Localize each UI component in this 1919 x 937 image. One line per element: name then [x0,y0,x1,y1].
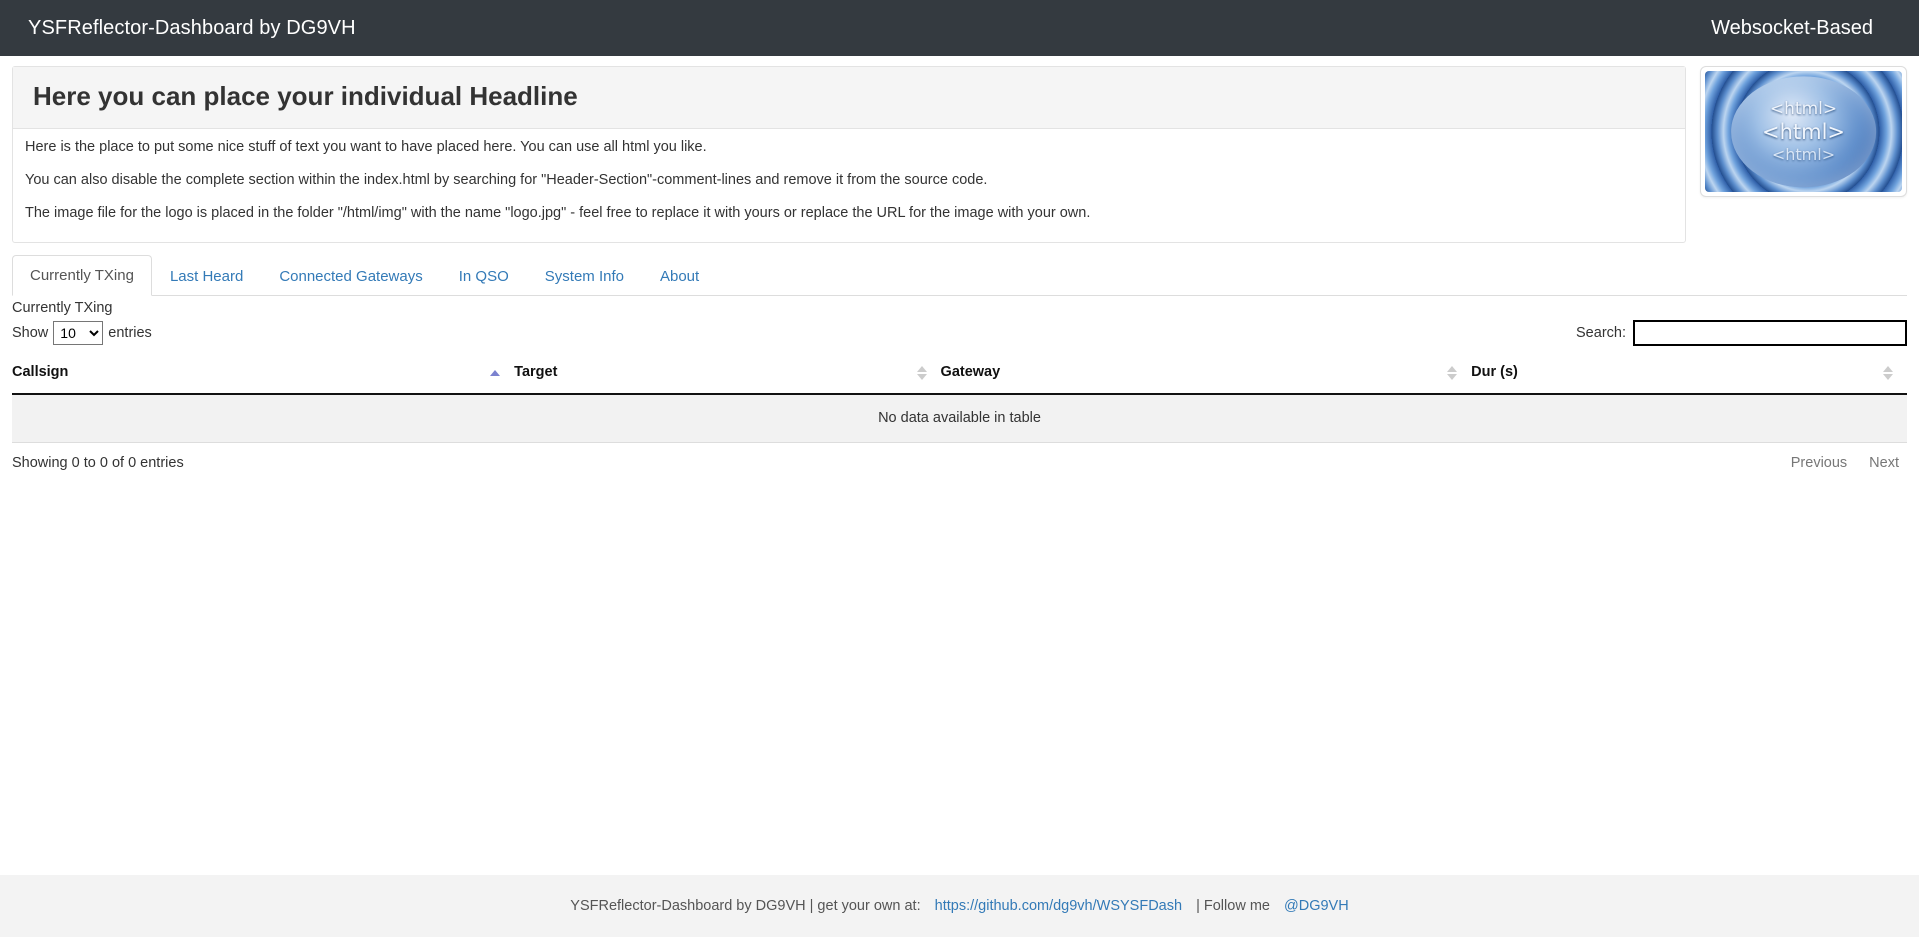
page-root: YSFReflector-Dashboard by DG9VH Websocke… [0,0,1919,937]
column-header-callsign-label: Callsign [12,364,69,381]
tab-about[interactable]: About [642,256,717,296]
sort-arrows-icon [1883,365,1893,380]
page-title: Here you can place your individual Headl… [33,81,578,111]
tab-in-qso[interactable]: In QSO [441,256,527,296]
caret-up-icon [1883,365,1893,372]
headline-panel-body: Here is the place to put some nice stuff… [13,129,1685,242]
table-body: No data available in table [12,394,1907,444]
sort-arrows-icon [1447,365,1458,380]
header-paragraph-3: The image file for the logo is placed in… [25,205,1091,222]
caret-up-icon [1447,365,1458,372]
html-logo-icon: <html> <html> <html> [1705,71,1902,192]
table-empty-row: No data available in table [12,394,1907,444]
datatable-controls: Show 10 25 50 100 entries Search: [12,318,1907,352]
search-label: Search: [1576,325,1626,342]
header-paragraph-1: Here is the place to put some nice stuff… [25,139,707,156]
column-header-target-label: Target [514,364,558,381]
header-paragraph-2: You can also disable the complete sectio… [25,172,988,189]
sort-arrows-icon [490,369,501,376]
headline-panel-heading: Here you can place your individual Headl… [13,67,1685,130]
section-label: Currently TXing [12,300,113,317]
logo-text-line-1: <html> [1769,99,1838,119]
caret-down-icon [1447,373,1458,380]
navbar-brand[interactable]: YSFReflector-Dashboard by DG9VH [28,17,356,40]
currently-txing-table: Callsign Target Gateway Dur (s) No data … [12,352,1907,444]
pagination: Previous Next [1791,455,1907,471]
tab-panel-currently-txing: Currently TXing Show 10 25 50 100 entrie… [12,296,1907,471]
logo-text-line-3: <html> [1771,145,1836,164]
table-header-row: Callsign Target Gateway Dur (s) [12,352,1907,396]
table-head: Callsign Target Gateway Dur (s) [12,352,1907,396]
top-navbar: YSFReflector-Dashboard by DG9VH Websocke… [0,0,1919,56]
table-info: Showing 0 to 0 of 0 entries [12,455,184,472]
page-length-control: Show 10 25 50 100 entries [12,321,152,346]
page-length-select[interactable]: 10 25 50 100 [53,321,104,346]
logo-text-line-2: <html> [1761,120,1846,144]
footer-text-before: YSFReflector-Dashboard by DG9VH | get yo… [570,898,921,914]
column-header-duration[interactable]: Dur (s) [1471,352,1907,396]
column-header-gateway-label: Gateway [940,364,1001,381]
main-content: Currently TXing Last Heard Connected Gat… [0,255,1919,471]
page-length-suffix-label: entries [108,325,152,342]
search-control: Search: [1576,320,1907,347]
column-header-callsign[interactable]: Callsign [12,352,515,396]
caret-down-icon [1883,373,1893,380]
tab-currently-txing[interactable]: Currently TXing [12,255,152,297]
logo-container: <html> <html> <html> [1700,66,1907,197]
tab-bar: Currently TXing Last Heard Connected Gat… [12,255,1907,297]
table-empty-message: No data available in table [12,394,1907,444]
headline-panel: Here you can place your individual Headl… [12,66,1686,244]
tab-connected-gateways[interactable]: Connected Gateways [261,256,440,296]
search-input[interactable] [1633,320,1907,347]
caret-up-icon [490,369,501,376]
sort-arrows-icon [916,365,927,380]
pagination-next-button[interactable]: Next [1869,455,1899,471]
caret-down-icon [916,373,927,380]
page-length-prefix-label: Show [12,325,49,342]
header-section: Here you can place your individual Headl… [0,56,1919,244]
footer-text-middle: | Follow me [1196,898,1270,914]
column-header-duration-label: Dur (s) [1471,364,1518,381]
pagination-previous-button[interactable]: Previous [1791,455,1847,471]
navbar-mode-label: Websocket-Based [1711,16,1873,39]
column-header-gateway[interactable]: Gateway [940,352,1472,396]
footer-github-link[interactable]: https://github.com/dg9vh/WSYSFDash [935,898,1182,914]
datatable-footer: Showing 0 to 0 of 0 entries Previous Nex… [12,443,1907,471]
tab-last-heard[interactable]: Last Heard [152,256,261,296]
footer-handle-link[interactable]: @DG9VH [1284,898,1349,914]
column-header-target[interactable]: Target [514,352,941,396]
caret-up-icon [916,365,927,372]
logo-text-stack: <html> <html> <html> [1705,71,1902,192]
page-footer: YSFReflector-Dashboard by DG9VH | get yo… [0,875,1919,937]
tab-system-info[interactable]: System Info [527,256,642,296]
